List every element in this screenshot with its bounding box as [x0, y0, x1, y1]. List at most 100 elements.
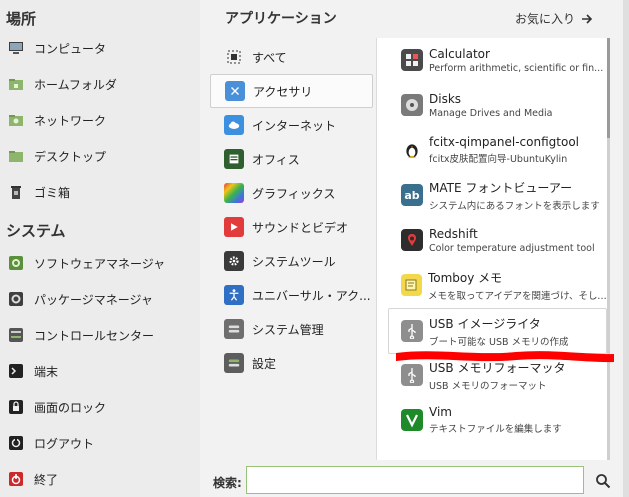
- system-package-manager[interactable]: パッケージマネージャ: [8, 285, 196, 313]
- app-name: Disks: [429, 91, 462, 106]
- system-label: コントロールセンター: [34, 328, 155, 343]
- app-description: Color temperature adjustment tool: [429, 242, 595, 254]
- category-system-tools[interactable]: システムツール: [210, 244, 373, 278]
- sound-video-icon: [224, 217, 244, 237]
- app-name: Vim: [429, 405, 452, 419]
- places-title: 場所: [6, 10, 37, 28]
- applications-panel: アプリケーション お気に入り すべて アクセサリ インターネット オフィス グラ…: [200, 0, 629, 497]
- preferences-icon: [224, 353, 244, 373]
- category-label: 設定: [252, 356, 277, 371]
- control-center-icon: [8, 327, 24, 343]
- app-disks[interactable]: Disks Manage Drives and Media: [389, 83, 607, 127]
- favorites-button[interactable]: お気に入り: [515, 10, 593, 27]
- calculator-icon: [401, 49, 423, 71]
- usb-icon: [401, 364, 423, 386]
- app-name: fcitx-qimpanel-configtool: [429, 135, 579, 149]
- place-label: ゴミ箱: [34, 185, 71, 200]
- category-sound-video[interactable]: サウンドとビデオ: [210, 210, 373, 244]
- place-trash[interactable]: ゴミ箱: [8, 178, 196, 206]
- category-label: システムツール: [252, 254, 336, 269]
- place-label: ネットワーク: [34, 113, 107, 128]
- places-system-panel: 場所 コンピュータ ホームフォルダ ネットワーク デスクトップ ゴミ箱 システム…: [0, 0, 200, 497]
- system-label: ログアウト: [34, 436, 95, 451]
- disks-icon: [401, 94, 423, 116]
- trash-icon: [8, 184, 24, 200]
- administration-icon: [224, 319, 244, 339]
- category-universal-access[interactable]: ユニバーサル・アク...: [210, 278, 373, 312]
- tux-penguin-icon: [401, 139, 423, 161]
- desktop-folder-icon: [8, 148, 24, 164]
- place-home-folder[interactable]: ホームフォルダ: [8, 70, 196, 98]
- app-mate-font-viewer[interactable]: ab MATE フォントビューアー システム内にあるフォントを表示します: [389, 173, 607, 217]
- category-administration[interactable]: システム管理: [210, 312, 373, 346]
- place-desktop[interactable]: デスクトップ: [8, 142, 196, 170]
- system-label: ソフトウェアマネージャ: [34, 256, 166, 271]
- home-folder-icon: [8, 76, 24, 92]
- system-title: システム: [6, 222, 66, 240]
- search-input[interactable]: [246, 466, 584, 494]
- window-edge: [623, 0, 629, 497]
- place-computer[interactable]: コンピュータ: [8, 34, 196, 62]
- category-all[interactable]: すべて: [210, 40, 373, 74]
- category-internet[interactable]: インターネット: [210, 108, 373, 142]
- usb-icon: [401, 320, 423, 342]
- category-office[interactable]: オフィス: [210, 142, 373, 176]
- category-accessories[interactable]: アクセサリ: [210, 74, 373, 108]
- place-label: ホームフォルダ: [34, 77, 117, 92]
- app-tomboy-notes[interactable]: Tomboy メモメモを取ってアイデアを関連づけ、そして...: [389, 263, 607, 307]
- app-description: Perform arithmetic, scientific or fin...: [429, 62, 604, 74]
- tomboy-note-icon: [401, 274, 422, 296]
- app-name: USB メモリフォーマッタ: [429, 360, 566, 375]
- app-name: Calculator: [429, 46, 490, 61]
- app-name: Redshift: [429, 226, 478, 241]
- category-label: サウンドとビデオ: [252, 220, 349, 235]
- category-preferences[interactable]: 設定: [210, 346, 373, 380]
- system-label: 端末: [34, 364, 59, 379]
- favorites-label: お気に入り: [515, 12, 576, 26]
- category-label: オフィス: [252, 152, 300, 167]
- system-quit[interactable]: 終了: [8, 465, 196, 493]
- app-description: fcitx皮肤配置向导-UbuntuKylin: [429, 154, 568, 165]
- category-label: ユニバーサル・アク...: [252, 288, 371, 303]
- place-network[interactable]: ネットワーク: [8, 106, 196, 134]
- system-lock-screen[interactable]: 画面のロック: [8, 393, 196, 421]
- arrow-right-icon: [582, 13, 593, 24]
- computer-icon: [8, 40, 24, 56]
- app-usb-image-writer[interactable]: USB イメージライタ ブート可能な USB メモリの作成: [388, 308, 607, 354]
- app-calculator[interactable]: Calculator Perform arithmetic, scientific…: [389, 38, 607, 82]
- font-viewer-icon: ab: [401, 184, 423, 206]
- app-description: メモを取ってアイデアを関連づけ、そして...: [427, 290, 607, 302]
- app-fcitx-qimpanel-configtool[interactable]: fcitx-qimpanel-configtool fcitx皮肤配置向导-Ubu…: [389, 128, 607, 172]
- app-name: Tomboy メモ: [427, 270, 503, 285]
- app-usb-stick-formatter[interactable]: USB メモリフォーマッタ USB メモリのフォーマット: [389, 353, 607, 397]
- redshift-icon: [401, 229, 423, 251]
- category-label: システム管理: [252, 322, 324, 337]
- app-vim[interactable]: Vim テキストファイルを編集します: [389, 398, 607, 442]
- app-redshift[interactable]: Redshift Color temperature adjustment too…: [389, 218, 607, 262]
- app-name: MATE フォントビューアー: [429, 180, 573, 195]
- software-manager-icon: [8, 255, 24, 271]
- system-logout[interactable]: ログアウト: [8, 429, 196, 457]
- system-terminal[interactable]: 端末: [8, 357, 196, 385]
- universal-access-icon: [224, 285, 244, 305]
- system-tools-icon: [224, 251, 244, 271]
- terminal-icon: [8, 363, 24, 379]
- system-control-center[interactable]: コントロールセンター: [8, 321, 196, 349]
- category-graphics[interactable]: グラフィックス: [210, 176, 373, 210]
- category-label: すべて: [252, 50, 287, 65]
- app-name: USB イメージライタ: [429, 316, 541, 331]
- app-list: Calculator Perform arithmetic, scientific…: [376, 38, 609, 460]
- system-label: パッケージマネージャ: [34, 292, 153, 307]
- vim-icon: [401, 409, 423, 431]
- app-list-scrollbar[interactable]: [607, 38, 610, 460]
- system-software-manager[interactable]: ソフトウェアマネージャ: [8, 249, 196, 277]
- scrollbar-thumb[interactable]: [607, 38, 610, 138]
- office-icon: [224, 149, 244, 169]
- all-grid-icon: [224, 47, 244, 67]
- search-label: 検索:: [213, 476, 242, 490]
- system-label: 画面のロック: [34, 400, 107, 415]
- logout-icon: [8, 435, 24, 451]
- search-icon[interactable]: [595, 473, 611, 489]
- place-label: コンピュータ: [34, 41, 107, 56]
- applications-title: アプリケーション: [225, 11, 337, 27]
